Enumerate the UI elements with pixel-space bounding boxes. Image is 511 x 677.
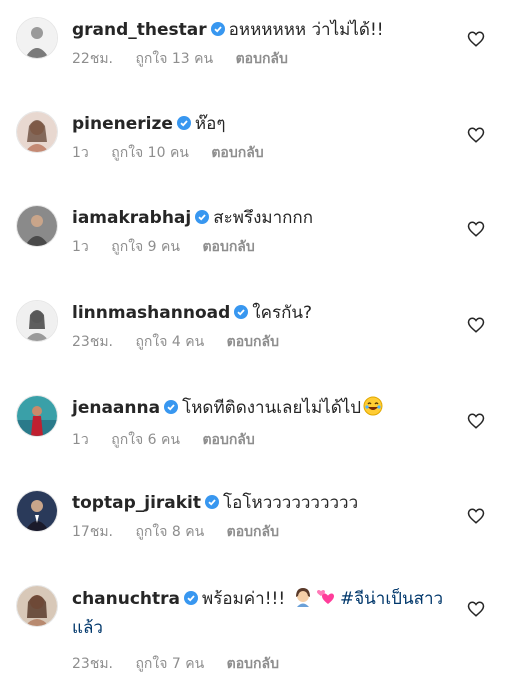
like-heart-icon[interactable] bbox=[467, 220, 485, 238]
reply-button[interactable]: ตอบกลับ bbox=[236, 51, 288, 67]
comment-likes[interactable]: ถูกใจ 10 คน bbox=[111, 145, 189, 161]
comment-username[interactable]: toptap_jirakit bbox=[72, 493, 201, 513]
avatar[interactable] bbox=[16, 395, 58, 437]
comment-time: 23ชม. bbox=[72, 334, 113, 350]
comment-likes[interactable]: ถูกใจ 6 คน bbox=[111, 432, 180, 448]
comment-likes[interactable]: ถูกใจ 13 คน bbox=[135, 51, 213, 67]
comment-text: โหดทีติดงานเลยไม่ได้ไป bbox=[182, 398, 362, 418]
comment-time: 1ว bbox=[72, 432, 89, 448]
comment-username[interactable]: chanuchtra bbox=[72, 589, 180, 609]
verified-badge-icon bbox=[205, 492, 220, 509]
comment-likes[interactable]: ถูกใจ 8 คน bbox=[135, 524, 204, 540]
like-heart-icon[interactable] bbox=[467, 412, 485, 430]
comment-username[interactable]: iamakrabhaj bbox=[72, 208, 191, 228]
comment-text: ใครกัน? bbox=[252, 303, 313, 323]
reply-button[interactable]: ตอบกลับ bbox=[211, 145, 263, 161]
like-heart-icon[interactable] bbox=[467, 316, 485, 334]
woman-emoji-icon bbox=[293, 587, 313, 615]
laughing-emoji-icon bbox=[363, 396, 383, 423]
like-heart-icon[interactable] bbox=[467, 126, 485, 144]
comment-list: grand_thestar อหหหหหห ว่าไม่ได้!! 22ชม. ถ… bbox=[0, 0, 511, 677]
comment-time: 17ชม. bbox=[72, 524, 113, 540]
like-heart-icon[interactable] bbox=[467, 600, 485, 618]
comment-text: ห๊อๆ bbox=[194, 114, 226, 134]
comment-username[interactable]: linnmashannoad bbox=[72, 303, 230, 323]
comment-likes[interactable]: ถูกใจ 7 คน bbox=[135, 656, 204, 672]
like-heart-icon[interactable] bbox=[467, 30, 485, 48]
two-hearts-emoji-icon bbox=[315, 587, 335, 615]
comment-time: 1ว bbox=[72, 145, 89, 161]
verified-badge-icon bbox=[210, 19, 225, 36]
avatar[interactable] bbox=[16, 205, 58, 247]
avatar[interactable] bbox=[16, 17, 58, 59]
reply-button[interactable]: ตอบกลับ bbox=[202, 239, 254, 255]
verified-badge-icon bbox=[184, 587, 199, 605]
verified-badge-icon bbox=[234, 302, 249, 319]
avatar[interactable] bbox=[16, 490, 58, 532]
verified-badge-icon bbox=[176, 113, 191, 130]
comment-likes[interactable]: ถูกใจ 9 คน bbox=[111, 239, 180, 255]
comment-time: 23ชม. bbox=[72, 656, 113, 672]
avatar[interactable] bbox=[16, 300, 58, 342]
comment-text: พร้อมค่า!!! bbox=[202, 589, 286, 609]
comment-likes[interactable]: ถูกใจ 4 คน bbox=[135, 334, 204, 350]
comment-time: 1ว bbox=[72, 239, 89, 255]
comment-text: อหหหหหห ว่าไม่ได้!! bbox=[228, 20, 384, 40]
comment-text: โอโหวววววววววว bbox=[223, 493, 359, 513]
avatar[interactable] bbox=[16, 585, 58, 627]
verified-badge-icon bbox=[195, 207, 210, 224]
reply-button[interactable]: ตอบกลับ bbox=[227, 334, 279, 350]
avatar[interactable] bbox=[16, 111, 58, 153]
reply-button[interactable]: ตอบกลับ bbox=[227, 524, 279, 540]
comment-text: สะพรึงมากกก bbox=[213, 208, 313, 228]
comment-username[interactable]: jenaanna bbox=[72, 398, 160, 418]
verified-badge-icon bbox=[164, 397, 179, 414]
comment-username[interactable]: grand_thestar bbox=[72, 20, 207, 40]
comment-username[interactable]: pinenerize bbox=[72, 114, 173, 134]
like-heart-icon[interactable] bbox=[467, 507, 485, 525]
reply-button[interactable]: ตอบกลับ bbox=[202, 432, 254, 448]
reply-button[interactable]: ตอบกลับ bbox=[227, 656, 279, 672]
comment-time: 22ชม. bbox=[72, 51, 113, 67]
